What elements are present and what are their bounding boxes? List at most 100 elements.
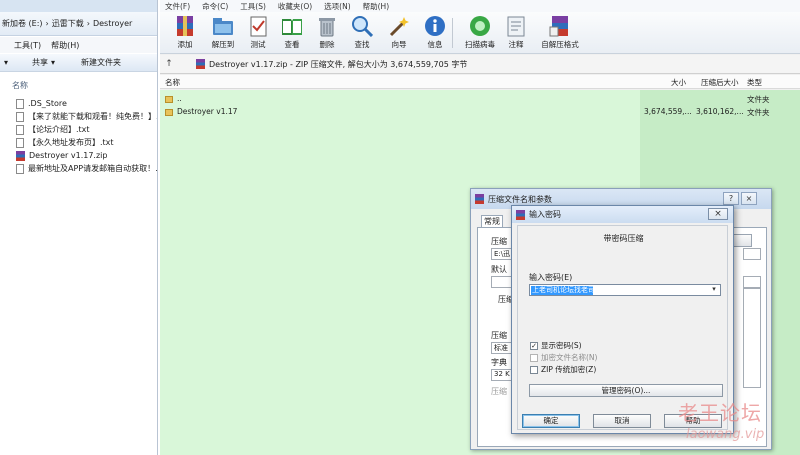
virus-scan-button[interactable]: 扫描病毒	[460, 15, 500, 50]
row-type: 文件夹	[747, 95, 770, 104]
breadcrumb-item[interactable]: Destroyer	[93, 19, 132, 28]
cancel-button[interactable]: 取消	[593, 414, 651, 428]
wizard-icon	[388, 15, 410, 37]
archive-name-label: 压缩	[491, 237, 507, 246]
archive-path-bar: ↑ Destroyer v1.17.zip - ZIP 压缩文件, 解包大小为 …	[160, 55, 800, 74]
sfx-icon	[549, 15, 571, 37]
view-button[interactable]: 查看	[272, 15, 312, 50]
find-icon	[351, 15, 374, 38]
table-row[interactable]: Destroyer v1.17 3,674,559,... 3,610,162,…	[160, 106, 800, 118]
chevron-right-icon: ›	[45, 19, 49, 28]
checkbox-icon	[530, 353, 538, 362]
show-password-checkbox[interactable]: ✓ 显示密码(S)	[530, 340, 582, 351]
checkbox-label: 加密文件名称(N)	[541, 353, 598, 362]
menu-help[interactable]: 帮助(H)	[51, 40, 79, 51]
close-button[interactable]: ×	[741, 192, 757, 205]
list-item[interactable]: 【来了就能下载和观看！纯免费！】...	[16, 110, 158, 123]
column-header-packed[interactable]: 压缩后大小	[701, 77, 739, 88]
menu-options[interactable]: 选项(N)	[324, 1, 350, 12]
checkbox-checked-icon: ✓	[530, 341, 538, 350]
breadcrumb-item[interactable]: 迅雷下载	[52, 18, 84, 29]
file-name: .DS_Store	[28, 99, 67, 108]
row-type: 文件夹	[747, 108, 770, 117]
file-name: 【论坛介绍】.txt	[28, 125, 90, 134]
extract-to-icon	[212, 15, 234, 37]
view-icon	[281, 15, 303, 37]
default-label: 默认	[491, 265, 507, 274]
archive-path-text[interactable]: Destroyer v1.17.zip - ZIP 压缩文件, 解包大小为 3,…	[209, 59, 467, 70]
comment-button[interactable]: 注释	[496, 15, 536, 50]
help-button[interactable]: ?	[723, 192, 739, 205]
virus-scan-icon	[469, 15, 491, 37]
menu-tools[interactable]: 工具(T)	[14, 40, 41, 51]
file-name: 【来了就能下载和观看！纯免费！】...	[28, 112, 158, 121]
file-name: 【永久地址发布页】.txt	[28, 138, 114, 147]
info-icon	[424, 15, 446, 37]
document-icon	[16, 98, 24, 109]
row-size: 3,674,559,...	[644, 107, 692, 116]
delete-button[interactable]: 删除	[307, 15, 347, 50]
new-folder-button[interactable]: 新建文件夹	[81, 57, 121, 68]
find-button[interactable]: 查找	[342, 15, 382, 50]
list-item[interactable]: .DS_Store	[16, 97, 157, 110]
breadcrumb-item[interactable]: 新加卷 (E:)	[2, 18, 43, 29]
column-header-name[interactable]: 名称	[12, 80, 28, 91]
menu-tools[interactable]: 工具(S)	[240, 1, 266, 12]
add-button[interactable]: 添加	[165, 15, 205, 50]
zip-legacy-encryption-checkbox[interactable]: ZIP 传统加密(Z)	[530, 364, 596, 375]
sfx-button[interactable]: 自解压格式	[534, 15, 586, 50]
winrar-menubar: 文件(F) 命令(C) 工具(S) 收藏夹(O) 选项(N) 帮助(H)	[160, 0, 800, 12]
menu-commands[interactable]: 命令(C)	[202, 1, 228, 12]
checkbox-icon	[530, 365, 538, 374]
breadcrumb[interactable]: 新加卷 (E:) › 迅雷下载 › Destroyer	[0, 12, 157, 36]
folder-up-icon	[165, 95, 173, 103]
explorer-menubar: 工具(T) 帮助(H)	[0, 37, 157, 53]
column-header-name[interactable]: 名称	[165, 77, 180, 88]
options-dropdown[interactable]	[743, 276, 761, 288]
file-name: Destroyer v1.17.zip	[29, 151, 108, 160]
up-arrow-icon[interactable]: ↑	[160, 59, 178, 69]
test-icon	[247, 15, 269, 37]
list-item[interactable]: Destroyer v1.17.zip	[16, 149, 157, 162]
extract-to-button[interactable]: 解压到	[203, 15, 243, 50]
password-input[interactable]: 上老司机论坛找老司机 ▾	[529, 284, 721, 296]
file-name: 最新地址及APP请发邮箱自动获取！...	[28, 164, 158, 173]
wizard-button[interactable]: 向导	[379, 15, 419, 50]
watermark: 老王论坛 laowang.vip	[672, 393, 800, 455]
list-item[interactable]: 最新地址及APP请发邮箱自动获取！...	[16, 162, 158, 175]
watermark-text-cn: 老王论坛	[678, 401, 762, 425]
menu-favorites[interactable]: 收藏夹(O)	[278, 1, 312, 12]
rar-archive-icon	[475, 194, 484, 204]
list-item[interactable]: 【论坛介绍】.txt	[16, 123, 157, 136]
menu-file[interactable]: 文件(F)	[165, 1, 190, 12]
info-button[interactable]: 信息	[415, 15, 455, 50]
list-item[interactable]: 【永久地址发布页】.txt	[16, 136, 157, 149]
ok-button[interactable]: 确定	[522, 414, 580, 428]
file-list-header: 名称 大小 压缩后大小 类型	[160, 75, 800, 89]
chevron-down-icon[interactable]: ▾	[51, 58, 55, 67]
watermark-text-en: laowang.vip	[686, 427, 765, 442]
dialog-title: 压缩文件名和参数	[488, 194, 552, 204]
split-label: 压缩	[491, 387, 507, 396]
share-button[interactable]: 共享	[32, 57, 48, 68]
close-button[interactable]: ×	[708, 208, 728, 220]
column-header-type[interactable]: 类型	[747, 77, 762, 88]
column-header-size[interactable]: 大小	[671, 77, 686, 88]
row-name: ..	[177, 94, 182, 103]
table-row[interactable]: .. 文件夹	[160, 93, 800, 105]
document-icon	[16, 111, 24, 122]
chevron-down-icon[interactable]: ▾	[709, 285, 719, 295]
document-icon	[16, 163, 24, 174]
rar-archive-icon	[16, 150, 25, 161]
update-mode-dropdown[interactable]	[743, 248, 761, 260]
chevron-down-icon[interactable]: ▾	[4, 58, 8, 67]
password-label: 输入密码(E)	[529, 273, 573, 282]
delete-icon	[316, 15, 338, 37]
chevron-right-icon: ›	[86, 19, 90, 28]
document-icon	[16, 124, 24, 135]
menu-help[interactable]: 帮助(H)	[363, 1, 390, 12]
document-icon	[16, 137, 24, 148]
file-list: .DS_Store 【来了就能下载和观看！纯免费！】... 【论坛介绍】.txt…	[16, 97, 158, 175]
encrypt-filenames-checkbox[interactable]: 加密文件名称(N)	[530, 352, 597, 363]
explorer-title-strip	[0, 0, 157, 12]
